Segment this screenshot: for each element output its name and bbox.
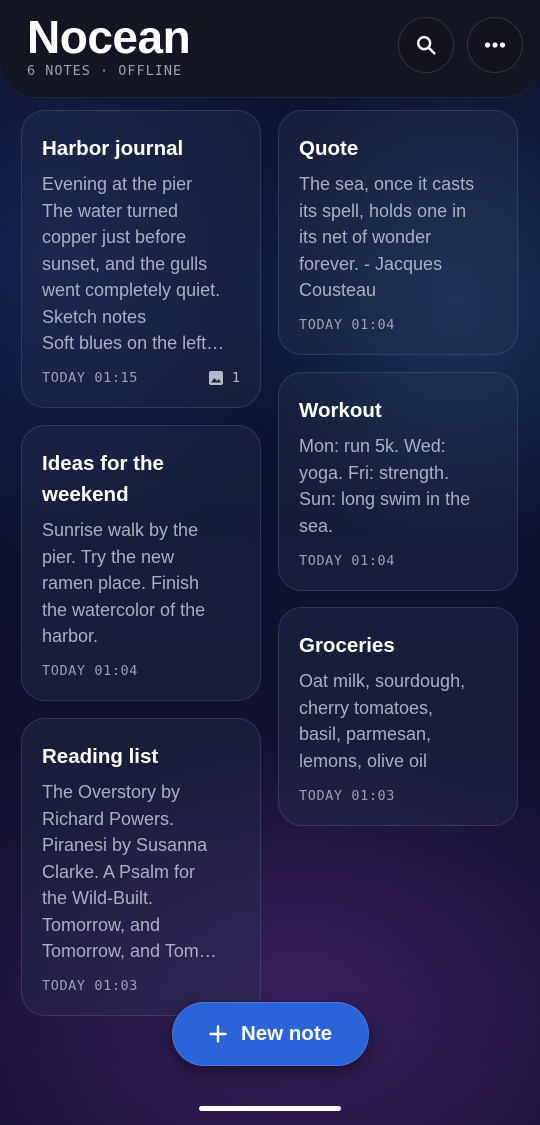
- new-note-button[interactable]: New note: [172, 1002, 369, 1066]
- note-preview-line: its net of wonder: [299, 227, 432, 247]
- app-header: Nocean 6 NOTES · OFFLINE: [0, 0, 540, 98]
- note-preview-line: the Wild-Built.: [42, 888, 154, 908]
- note-preview-line: sunset, and the gulls: [42, 253, 208, 274]
- note-preview-line: pier. Try the new: [42, 546, 175, 567]
- search-button[interactable]: [398, 17, 454, 73]
- note-preview-line: basil, parmesan,: [299, 724, 432, 744]
- note-preview: The Overstory by Richard Powers. Piranes…: [42, 779, 240, 965]
- note-footer: TODAY 01:15 1: [42, 370, 240, 386]
- note-footer: TODAY 01:03: [299, 788, 497, 804]
- note-preview-line: The water turned: [42, 200, 179, 221]
- attachment-count: 1: [231, 370, 240, 386]
- note-footer: TODAY 01:04: [42, 663, 240, 679]
- note-timestamp: TODAY 01:15: [42, 370, 139, 386]
- note-title: Quote: [299, 137, 359, 160]
- note-preview-line: ramen place. Finish: [42, 573, 200, 593]
- note-title: Workout: [299, 399, 382, 422]
- search-icon: [417, 36, 436, 55]
- note-title: Groceries: [299, 634, 395, 657]
- note-timestamp: TODAY 01:04: [42, 663, 139, 679]
- note-timestamp: TODAY 01:03: [299, 788, 396, 804]
- note-footer: TODAY 01:03: [42, 978, 240, 994]
- more-horizontal-icon: [484, 42, 506, 48]
- note-card-ideas-for-the-weekend[interactable]: Ideas for the weekend Sunrise walk by th…: [21, 425, 261, 701]
- note-preview-line: Clarke. A Psalm for: [42, 861, 196, 882]
- note-preview-line: Sunrise walk by the: [42, 520, 199, 540]
- note-preview-line: Sun: long swim in the: [299, 489, 471, 509]
- note-preview: Mon: run 5k. Wed: yoga. Fri: strength. S…: [299, 433, 497, 539]
- note-preview-line: Tomorrow, and: [42, 914, 161, 935]
- note-title-line: weekend: [42, 483, 129, 506]
- note-title: Ideas for the weekend: [42, 448, 240, 510]
- new-note-label: New note: [240, 1022, 333, 1045]
- note-card-quote[interactable]: Quote The sea, once it casts its spell, …: [278, 110, 518, 355]
- note-preview-line: Oat milk, sourdough,: [299, 671, 466, 691]
- note-preview-line: harbor.: [42, 626, 99, 646]
- note-card-harbor-journal[interactable]: Harbor journal Evening at the pier The w…: [21, 110, 261, 408]
- note-preview-line: Sketch notes: [42, 306, 147, 327]
- note-preview-line: sea.: [299, 515, 334, 536]
- note-preview-line: yoga. Fri: strength.: [299, 462, 450, 483]
- note-preview-line: went completely quiet.: [42, 280, 221, 300]
- note-preview-line: lemons, olive oil: [299, 750, 428, 771]
- note-timestamp: TODAY 01:04: [299, 317, 396, 333]
- note-preview: Oat milk, sourdough, cherry tomatoes, ba…: [299, 668, 497, 774]
- notes-status: 6 NOTES · OFFLINE: [27, 63, 183, 79]
- note-preview-line: Evening at the pier: [42, 174, 193, 194]
- note-preview-line: Soft blues on the left…: [42, 333, 225, 353]
- app-title: Nocean: [27, 11, 191, 63]
- note-preview: Evening at the pier The water turned cop…: [42, 171, 240, 357]
- note-timestamp: TODAY 01:04: [299, 553, 396, 569]
- image-icon: [208, 371, 223, 385]
- note-preview: Sunrise walk by the pier. Try the new ra…: [42, 517, 240, 650]
- note-preview-line: Cousteau: [299, 280, 377, 300]
- note-preview-line: forever. - Jacques: [299, 253, 443, 274]
- note-preview-line: The Overstory by: [42, 782, 181, 802]
- more-options-button[interactable]: [467, 17, 523, 73]
- note-footer: TODAY 01:04: [299, 553, 497, 569]
- note-card-workout[interactable]: Workout Mon: run 5k. Wed: yoga. Fri: str…: [278, 372, 518, 591]
- note-preview-line: the watercolor of the: [42, 599, 206, 620]
- attachment-indicator: 1: [208, 370, 240, 386]
- note-title: Reading list: [42, 745, 159, 768]
- note-preview-line: cherry tomatoes,: [299, 697, 434, 718]
- note-preview-line: Mon: run 5k. Wed:: [299, 436, 446, 456]
- note-card-groceries[interactable]: Groceries Oat milk, sourdough, cherry to…: [278, 607, 518, 826]
- note-preview-line: Piranesi by Susanna: [42, 835, 208, 855]
- plus-icon: [209, 1025, 227, 1043]
- note-timestamp: TODAY 01:03: [42, 978, 139, 994]
- note-preview-line: Tomorrow, and Tom…: [42, 941, 217, 961]
- note-preview-line: its spell, holds one in: [299, 200, 467, 221]
- note-card-reading-list[interactable]: Reading list The Overstory by Richard Po…: [21, 718, 261, 1016]
- home-indicator[interactable]: [199, 1106, 341, 1111]
- note-preview-line: Richard Powers.: [42, 808, 175, 829]
- note-title-line: Ideas for the: [42, 452, 164, 475]
- note-title: Harbor journal: [42, 137, 184, 160]
- note-preview: The sea, once it casts its spell, holds …: [299, 171, 497, 304]
- note-footer: TODAY 01:04: [299, 317, 497, 333]
- note-preview-line: The sea, once it casts: [299, 174, 475, 194]
- note-preview-line: copper just before: [42, 227, 187, 247]
